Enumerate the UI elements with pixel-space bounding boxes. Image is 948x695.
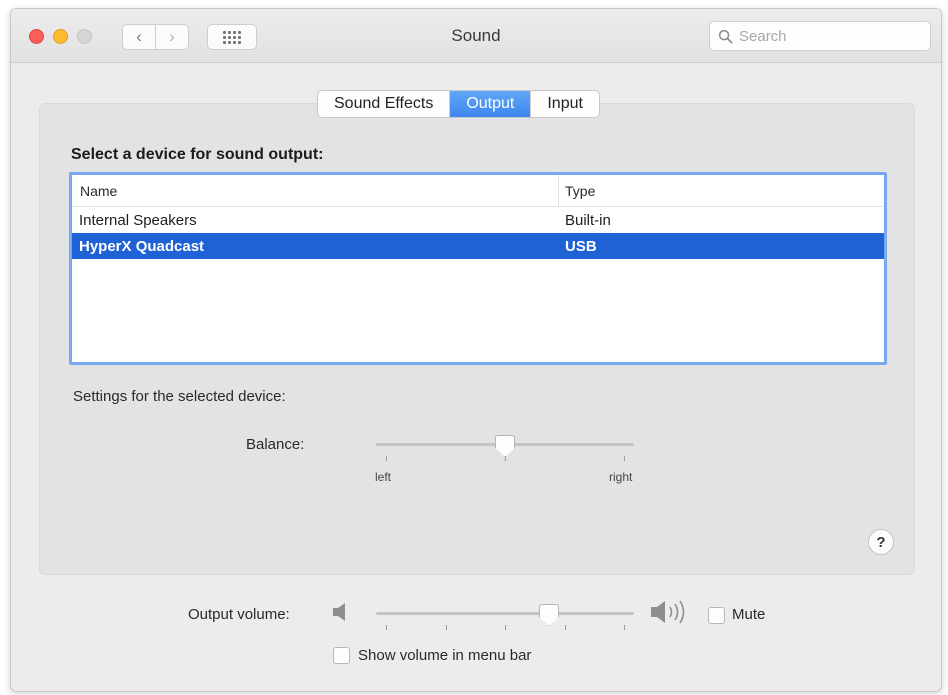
mute-checkbox[interactable]	[708, 607, 725, 624]
tab-input[interactable]: Input	[531, 91, 599, 117]
device-type: USB	[565, 237, 597, 255]
device-section-label: Select a device for sound output:	[71, 146, 324, 163]
search-field[interactable]	[709, 21, 931, 51]
speaker-high-icon[interactable]	[649, 598, 695, 626]
volume-slider-track[interactable]	[376, 612, 634, 615]
sound-preferences-window: ‹ › Sound Sound Effects Output Input Sel…	[10, 8, 942, 692]
table-row-selected[interactable]: HyperX Quadcast USB	[72, 233, 884, 259]
output-volume-label: Output volume:	[188, 606, 290, 623]
show-volume-label[interactable]: Show volume in menu bar	[358, 647, 531, 664]
balance-left-label: left	[375, 470, 392, 484]
column-header-type[interactable]: Type	[559, 175, 595, 206]
titlebar: ‹ › Sound	[11, 9, 941, 63]
table-row[interactable]: Internal Speakers Built-in	[72, 207, 884, 233]
tab-output[interactable]: Output	[450, 91, 532, 117]
help-button[interactable]: ?	[868, 529, 894, 555]
speaker-low-icon[interactable]	[331, 601, 353, 623]
volume-slider-knob[interactable]	[538, 604, 559, 626]
balance-tick-right	[624, 456, 625, 461]
tab-bar: Sound Effects Output Input	[317, 90, 600, 118]
volume-tick	[446, 625, 447, 630]
show-volume-checkbox[interactable]	[333, 647, 350, 664]
table-header: Name Type	[72, 175, 884, 207]
search-icon	[718, 29, 733, 43]
volume-tick	[624, 625, 625, 630]
volume-tick	[565, 625, 566, 630]
device-table[interactable]: Name Type Internal Speakers Built-in Hyp…	[69, 172, 887, 365]
balance-right-label: right	[609, 470, 633, 484]
mute-label[interactable]: Mute	[732, 606, 765, 623]
volume-tick	[386, 625, 387, 630]
settings-label: Settings for the selected device:	[73, 388, 286, 405]
device-type: Built-in	[565, 211, 611, 229]
search-input[interactable]	[739, 27, 919, 45]
volume-tick	[505, 625, 506, 630]
tab-sound-effects[interactable]: Sound Effects	[318, 91, 451, 117]
device-name: HyperX Quadcast	[79, 237, 205, 255]
column-header-name[interactable]: Name	[72, 175, 559, 206]
balance-label: Balance:	[246, 436, 305, 453]
balance-tick-left	[386, 456, 387, 461]
device-name: Internal Speakers	[79, 211, 197, 229]
